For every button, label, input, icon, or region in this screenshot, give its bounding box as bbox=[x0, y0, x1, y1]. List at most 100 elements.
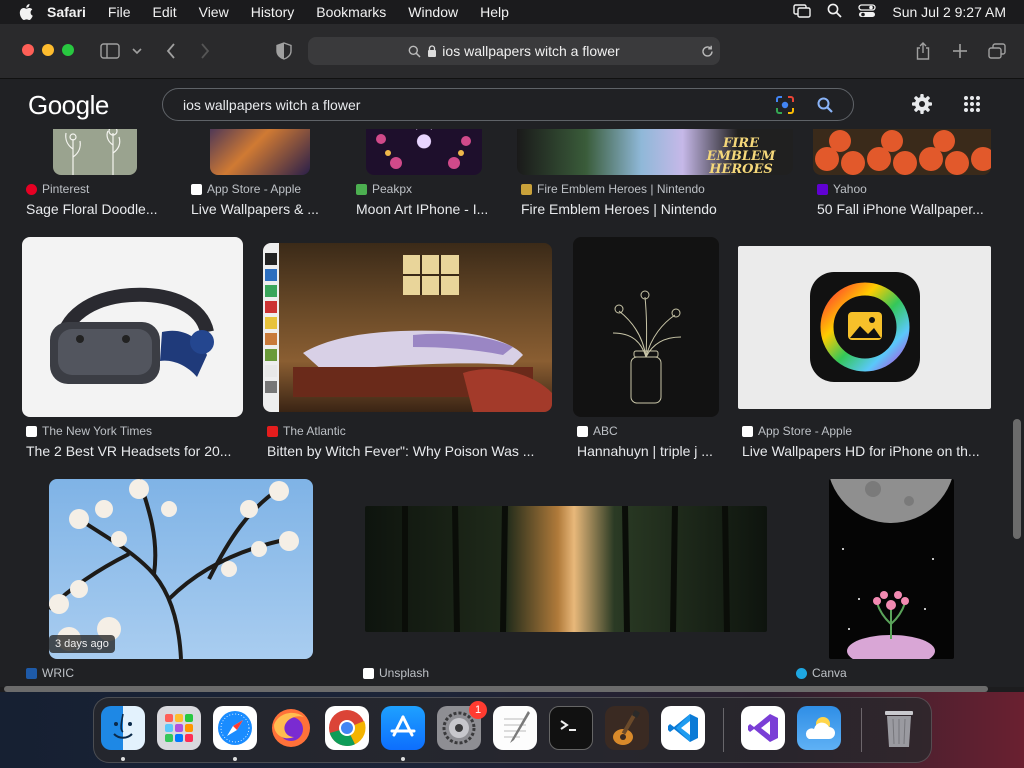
google-search-box[interactable]: ios wallpapers witch a flower bbox=[162, 88, 854, 121]
source-label: App Store - Apple bbox=[207, 182, 302, 196]
weather-icon[interactable] bbox=[797, 706, 841, 750]
source-label: Canva bbox=[812, 666, 847, 680]
result-source[interactable]: Yahoo bbox=[817, 182, 867, 196]
sidebar-toggle-icon[interactable] bbox=[98, 41, 122, 61]
vscode-icon[interactable] bbox=[661, 706, 705, 750]
menu-help[interactable]: Help bbox=[480, 4, 509, 20]
result-title[interactable]: Live Wallpapers & ... bbox=[191, 201, 319, 217]
menu-file[interactable]: File bbox=[108, 4, 131, 20]
result-source[interactable]: Unsplash bbox=[363, 666, 429, 680]
privacy-shield-icon[interactable] bbox=[274, 41, 294, 61]
tab-overview-icon[interactable] bbox=[986, 41, 1008, 61]
share-icon[interactable] bbox=[914, 41, 932, 61]
result-source[interactable]: Peakpx bbox=[356, 182, 412, 196]
source-label: Unsplash bbox=[379, 666, 430, 680]
result-source[interactable]: Canva bbox=[796, 666, 847, 680]
search-icon[interactable] bbox=[817, 97, 833, 113]
result-image-fire-emblem[interactable]: FIRE EMBLEM HEROES bbox=[517, 129, 793, 175]
settings-gear-icon[interactable] bbox=[910, 92, 934, 116]
source-label: Peakpx bbox=[372, 182, 413, 196]
source-label: App Store - Apple bbox=[758, 424, 853, 438]
system-settings-icon[interactable]: 1 bbox=[437, 701, 487, 750]
screen-mirroring-icon[interactable] bbox=[793, 3, 812, 21]
back-button[interactable] bbox=[162, 41, 180, 61]
minimize-window-button[interactable] bbox=[42, 44, 54, 56]
textedit-icon[interactable] bbox=[493, 706, 537, 750]
result-image-moon-art[interactable] bbox=[366, 129, 482, 175]
google-apps-grid-icon[interactable] bbox=[960, 92, 984, 116]
new-tab-button[interactable] bbox=[950, 41, 970, 61]
firefox-icon[interactable] bbox=[269, 706, 313, 750]
result-image-forest[interactable] bbox=[365, 506, 767, 632]
menu-app-name[interactable]: Safari bbox=[47, 4, 86, 20]
search-query[interactable]: ios wallpapers witch a flower bbox=[183, 97, 360, 113]
vertical-scrollbar-track bbox=[1004, 79, 1024, 687]
menu-edit[interactable]: Edit bbox=[152, 4, 176, 20]
safari-running-indicator bbox=[233, 757, 237, 761]
menu-clock[interactable]: Sun Jul 2 9:27 AM bbox=[892, 4, 1006, 20]
result-title[interactable]: Hannahuyn | triple j ... bbox=[577, 443, 713, 459]
menu-history[interactable]: History bbox=[251, 4, 295, 20]
menu-bookmarks[interactable]: Bookmarks bbox=[316, 4, 386, 20]
forward-button[interactable] bbox=[196, 41, 214, 61]
result-source[interactable]: The New York Times bbox=[26, 424, 152, 438]
result-image-live-wallpapers[interactable] bbox=[210, 129, 310, 175]
finder-icon[interactable] bbox=[101, 706, 145, 750]
source-label: WRIC bbox=[42, 666, 74, 680]
visual-studio-icon[interactable] bbox=[741, 706, 785, 750]
nintendo-favicon-icon bbox=[521, 183, 532, 195]
result-title[interactable]: Moon Art IPhone - I... bbox=[356, 201, 488, 217]
result-source[interactable]: App Store - Apple bbox=[191, 182, 301, 196]
safari-icon[interactable] bbox=[213, 706, 257, 750]
source-label: Yahoo bbox=[833, 182, 867, 196]
control-center-icon[interactable] bbox=[858, 3, 877, 21]
atlantic-favicon-icon bbox=[267, 425, 278, 437]
close-window-button[interactable] bbox=[22, 44, 34, 56]
notification-badge: 1 bbox=[469, 701, 487, 719]
result-source[interactable]: Fire Emblem Heroes | Nintendo bbox=[521, 182, 705, 196]
result-title[interactable]: Sage Floral Doodle... bbox=[26, 201, 158, 217]
result-title[interactable]: Fire Emblem Heroes | Nintendo bbox=[521, 201, 717, 217]
garageband-icon[interactable] bbox=[605, 706, 649, 750]
app-store-icon[interactable] bbox=[381, 706, 425, 750]
result-title[interactable]: Bitten by Witch Fever": Why Poison Was .… bbox=[267, 443, 534, 459]
spotlight-search-icon[interactable] bbox=[827, 3, 842, 21]
menu-view[interactable]: View bbox=[199, 4, 229, 20]
result-source[interactable]: ABC bbox=[577, 424, 618, 438]
trash-icon[interactable] bbox=[877, 706, 921, 750]
address-bar[interactable]: ios wallpapers witch a flower bbox=[308, 37, 720, 65]
source-label: The Atlantic bbox=[283, 424, 346, 438]
wric-favicon-icon bbox=[26, 667, 37, 679]
apple-menu-icon[interactable] bbox=[19, 4, 35, 20]
vertical-scrollbar[interactable] bbox=[1013, 419, 1021, 539]
result-image-vr-headset[interactable] bbox=[22, 237, 243, 417]
result-image-sage-floral[interactable] bbox=[53, 129, 137, 175]
result-title[interactable]: Live Wallpapers HD for iPhone on th... bbox=[742, 443, 980, 459]
chrome-icon[interactable] bbox=[325, 706, 369, 750]
result-source[interactable]: WRIC bbox=[26, 666, 74, 680]
source-label: Pinterest bbox=[42, 182, 90, 196]
google-logo[interactable]: Google bbox=[28, 90, 109, 121]
fire-emblem-logo: FIRE EMBLEM HEROES bbox=[706, 136, 776, 175]
terminal-icon[interactable] bbox=[549, 706, 593, 750]
nyt-favicon-icon bbox=[26, 425, 37, 437]
result-source[interactable]: App Store - Apple bbox=[742, 424, 852, 438]
menu-window[interactable]: Window bbox=[408, 4, 458, 20]
result-title[interactable]: 50 Fall iPhone Wallpaper... bbox=[817, 201, 984, 217]
result-image-witch-fever-painting[interactable] bbox=[263, 243, 552, 412]
result-image-magnolia-tree[interactable]: 3 days ago bbox=[49, 479, 313, 659]
zoom-window-button[interactable] bbox=[62, 44, 74, 56]
result-image-fall-wallpaper[interactable] bbox=[813, 129, 991, 175]
result-image-jar-flowers[interactable] bbox=[573, 237, 719, 417]
tab-group-chevron-down-icon[interactable] bbox=[130, 44, 144, 58]
result-title[interactable]: The 2 Best VR Headsets for 20... bbox=[26, 443, 231, 459]
google-lens-icon[interactable] bbox=[775, 95, 795, 115]
app-store-running-indicator bbox=[401, 757, 405, 761]
launchpad-icon[interactable] bbox=[157, 706, 201, 750]
reload-icon[interactable] bbox=[701, 45, 714, 58]
result-image-live-wallpapers-hd[interactable] bbox=[738, 246, 991, 409]
url-text: ios wallpapers witch a flower bbox=[442, 43, 620, 59]
result-source[interactable]: The Atlantic bbox=[267, 424, 346, 438]
result-source[interactable]: Pinterest bbox=[26, 182, 89, 196]
result-image-moon-flower[interactable] bbox=[829, 479, 954, 659]
